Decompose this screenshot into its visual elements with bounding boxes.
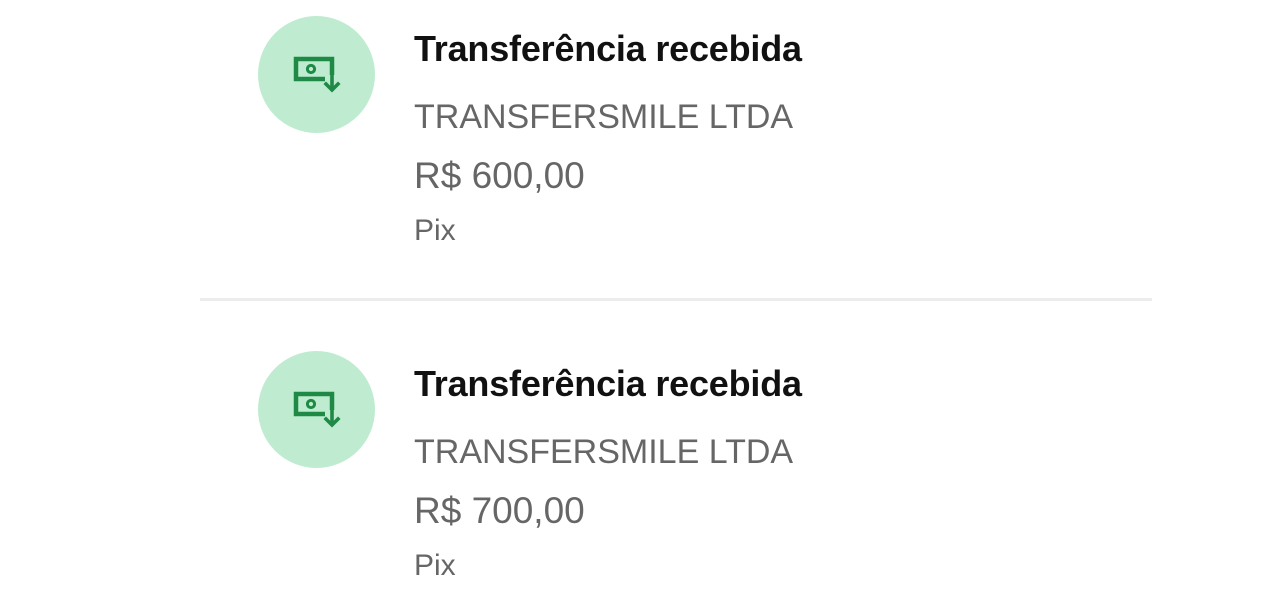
- transaction-list: Transferência recebida TRANSFERSMILE LTD…: [0, 0, 1280, 598]
- transaction-title: Transferência recebida: [414, 28, 802, 69]
- transaction-item[interactable]: Transferência recebida TRANSFERSMILE LTD…: [200, 0, 1152, 280]
- money-received-icon: [258, 351, 375, 468]
- transaction-title: Transferência recebida: [414, 363, 802, 404]
- transaction-method: Pix: [414, 214, 456, 247]
- transaction-amount: R$ 700,00: [414, 490, 585, 531]
- divider: [200, 298, 1152, 301]
- money-received-icon: [258, 16, 375, 133]
- transaction-method: Pix: [414, 549, 456, 582]
- transaction-item[interactable]: Transferência recebida TRANSFERSMILE LTD…: [200, 335, 1152, 598]
- transaction-counterparty: TRANSFERSMILE LTDA: [414, 98, 794, 136]
- transaction-amount: R$ 600,00: [414, 155, 585, 196]
- transaction-counterparty: TRANSFERSMILE LTDA: [414, 433, 794, 471]
